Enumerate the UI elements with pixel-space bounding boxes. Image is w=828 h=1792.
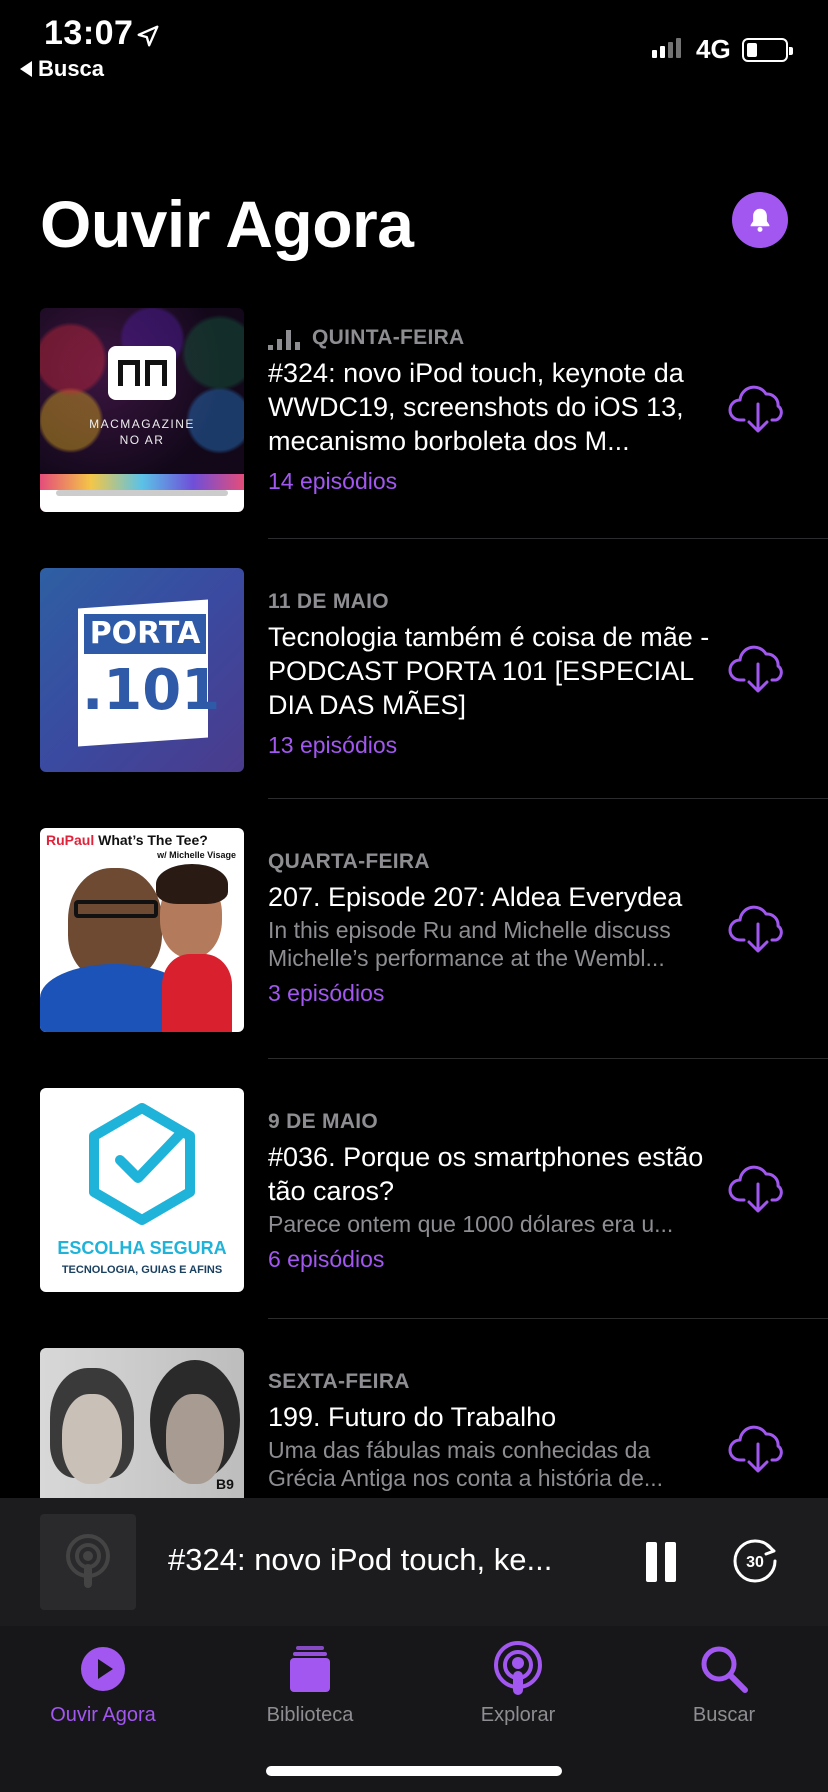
bell-icon <box>750 208 770 232</box>
pause-button[interactable] <box>646 1542 676 1582</box>
download-cloud-icon[interactable] <box>728 640 788 696</box>
page-title: Ouvir Agora <box>40 187 414 261</box>
row-divider <box>268 798 828 799</box>
play-circle-icon <box>81 1647 125 1691</box>
podcast-artwork-b9[interactable]: B9 <box>40 1348 244 1498</box>
back-triangle-icon <box>20 61 32 77</box>
home-indicator[interactable] <box>266 1766 562 1776</box>
episode-count-link[interactable]: 6 episódios <box>268 1246 718 1273</box>
location-arrow-icon <box>137 25 159 47</box>
episode-date: 11 DE MAIO <box>268 590 389 613</box>
download-cloud-icon[interactable] <box>728 1160 788 1216</box>
skip-forward-30-button[interactable]: 30 <box>730 1536 780 1586</box>
podcast-artwork-whats-the-tee[interactable]: RuPaul What’s The Tee? w/ Michelle Visag… <box>40 828 244 1032</box>
episode-date: 9 DE MAIO <box>268 1110 379 1133</box>
artwork-text: B9 <box>216 1476 234 1492</box>
episode-count-link[interactable]: 3 episódios <box>268 980 718 1007</box>
row-divider <box>268 538 828 539</box>
tab-search[interactable]: Buscar <box>644 1640 804 1727</box>
row-divider <box>268 1318 828 1319</box>
status-bar: 13:07 Busca 4G <box>0 0 828 90</box>
episode-date: SEXTA-FEIRA <box>268 1370 410 1393</box>
signal-icon <box>652 38 681 58</box>
row-divider <box>268 1058 828 1059</box>
download-cloud-icon[interactable] <box>728 900 788 956</box>
artwork-text: What’s The Tee? <box>98 832 208 848</box>
battery-icon <box>742 38 793 62</box>
episode-title: 199. Futuro do Trabalho <box>268 1402 557 1432</box>
library-icon <box>290 1646 330 1692</box>
artwork-text: RuPaul <box>46 832 95 848</box>
episode-title: 207. Episode 207: Aldea Everydea <box>268 882 683 912</box>
macmagazine-logo <box>108 346 176 400</box>
episode-row[interactable]: MACMAGAZINE NO AR QUINTA-FEIRA #324: nov… <box>0 308 828 512</box>
podcast-artwork-macmagazine[interactable]: MACMAGAZINE NO AR <box>40 308 244 512</box>
artwork-text: NO AR <box>119 433 165 447</box>
tab-label: Ouvir Agora <box>50 1704 156 1726</box>
skip-label: 30 <box>746 1554 764 1571</box>
tab-label: Biblioteca <box>266 1704 354 1726</box>
clock: 13:07 <box>44 14 134 52</box>
podcast-artwork-porta-101[interactable]: PORTA .101 <box>40 568 244 772</box>
episode-row[interactable]: RuPaul What’s The Tee? w/ Michelle Visag… <box>0 828 828 1032</box>
tab-bar: Ouvir Agora Biblioteca Explorar Buscar <box>0 1626 828 1792</box>
episode-title: Tecnologia também é coisa de mãe - PODCA… <box>268 622 710 720</box>
episode-description: In this episode Ru and Michelle discuss … <box>268 917 671 971</box>
artwork-text: .101 <box>82 658 221 723</box>
download-cloud-icon[interactable] <box>728 380 788 436</box>
back-label: Busca <box>38 56 105 81</box>
tab-listen-now[interactable]: Ouvir Agora <box>23 1640 183 1727</box>
network-type: 4G <box>696 34 731 64</box>
podcast-artwork-escolha-segura[interactable]: ESCOLHA SEGURA TECNOLOGIA, GUIAS E AFINS <box>40 1088 244 1292</box>
episode-count-link[interactable]: 14 episódios <box>268 468 718 495</box>
episode-title: #324: novo iPod touch, keynote da WWDC19… <box>268 358 684 456</box>
episode-count-link[interactable]: 13 episódios <box>268 732 718 759</box>
search-icon <box>701 1646 748 1693</box>
episode-date: QUARTA-FEIRA <box>268 850 430 873</box>
episode-description: Parece ontem que 1000 dólares era u... <box>268 1211 674 1237</box>
artwork-text: w/ Michelle Visage <box>157 850 236 860</box>
artwork-text: MACMAGAZINE <box>89 417 195 431</box>
mini-player-artwork <box>40 1514 136 1610</box>
tab-library[interactable]: Biblioteca <box>230 1640 390 1727</box>
episode-row[interactable]: PORTA .101 11 DE MAIO Tecnologia também … <box>0 568 828 772</box>
episode-date: QUINTA-FEIRA <box>312 326 465 349</box>
episode-row[interactable]: B9 SEXTA-FEIRA 199. Futuro do Trabalho U… <box>0 1348 828 1498</box>
episode-title: #036. Porque os smartphones estão tão ca… <box>268 1142 704 1206</box>
artwork-text: PORTA <box>84 614 206 654</box>
artwork-text: TECNOLOGIA, GUIAS E AFINS <box>61 1264 223 1276</box>
podcasts-placeholder-icon <box>66 1534 110 1588</box>
episode-row[interactable]: ESCOLHA SEGURA TECNOLOGIA, GUIAS E AFINS… <box>0 1088 828 1292</box>
hexagon-check-logo <box>89 1103 195 1225</box>
podcasts-icon <box>494 1641 542 1695</box>
artwork-text: ESCOLHA SEGURA <box>57 1238 227 1258</box>
episode-description: Uma das fábulas mais conhecidas da Gréci… <box>268 1437 664 1491</box>
tab-label: Explorar <box>480 1704 556 1726</box>
mini-player[interactable]: #324: novo iPod touch, ke... 30 <box>0 1498 828 1626</box>
notifications-button[interactable] <box>732 192 788 248</box>
tab-label: Buscar <box>692 1704 756 1726</box>
mini-player-title: #324: novo iPod touch, ke... <box>168 1542 553 1577</box>
tab-browse[interactable]: Explorar <box>438 1640 598 1727</box>
download-cloud-icon[interactable] <box>728 1420 788 1476</box>
back-to-search-button[interactable]: Busca <box>20 56 104 82</box>
now-playing-bars-icon <box>268 330 300 350</box>
